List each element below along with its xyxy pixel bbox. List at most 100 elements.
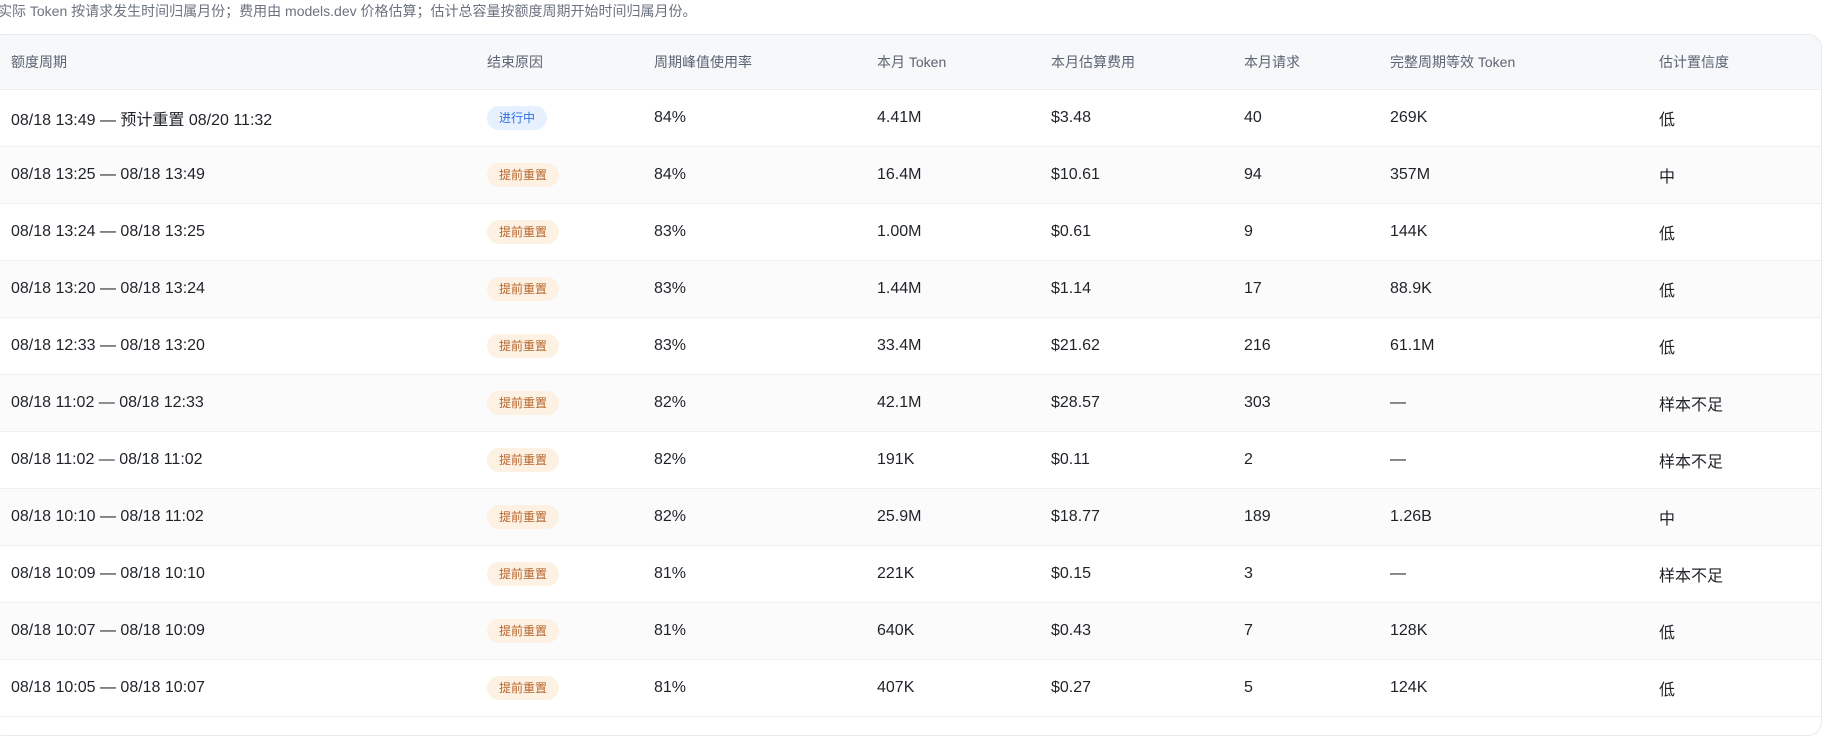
cell-month-tokens: 16.4M bbox=[877, 146, 1051, 204]
cell-month-requests: 5 bbox=[1244, 659, 1390, 717]
cell-period: 08/18 10:09 — 08/18 10:10 bbox=[0, 545, 487, 603]
cell-month-requests: 2 bbox=[1244, 431, 1390, 489]
table-row[interactable]: 08/18 10:10 — 08/18 11:02 提前重置 82% 25.9M… bbox=[0, 488, 1821, 546]
status-badge: 提前重置 bbox=[487, 276, 560, 301]
cell-period: 08/18 11:02 — 08/18 12:33 bbox=[0, 374, 487, 432]
cell-month-requests: 189 bbox=[1244, 488, 1390, 546]
cell-equivalent-tokens: — bbox=[1390, 431, 1659, 489]
status-badge: 提前重置 bbox=[487, 447, 560, 472]
header-end-reason[interactable]: 结束原因 bbox=[487, 35, 654, 90]
cell-period: 08/18 10:10 — 08/18 11:02 bbox=[0, 488, 487, 546]
cell-month-cost: $0.61 bbox=[1051, 203, 1244, 261]
table-row[interactable]: 08/18 10:05 — 08/18 10:07 提前重置 81% 407K … bbox=[0, 659, 1821, 717]
cell-month-cost: $3.48 bbox=[1051, 89, 1244, 147]
cell-month-cost: $18.77 bbox=[1051, 488, 1244, 546]
status-badge: 提前重置 bbox=[487, 333, 560, 358]
cell-equivalent-tokens: — bbox=[1390, 374, 1659, 432]
status-badge: 提前重置 bbox=[487, 561, 560, 586]
cell-month-tokens: 1.44M bbox=[877, 260, 1051, 318]
cell-month-tokens: 42.1M bbox=[877, 374, 1051, 432]
table-row[interactable]: 08/18 12:33 — 08/18 13:20 提前重置 83% 33.4M… bbox=[0, 317, 1821, 375]
table-header-row: 额度周期 结束原因 周期峰值使用率 本月 Token 本月估算费用 本月请求 完… bbox=[0, 35, 1821, 90]
cell-month-tokens: 221K bbox=[877, 545, 1051, 603]
cell-period: 08/18 12:33 — 08/18 13:20 bbox=[0, 317, 487, 375]
header-confidence[interactable]: 估计置信度 bbox=[1659, 35, 1821, 90]
header-peak-usage[interactable]: 周期峰值使用率 bbox=[654, 35, 877, 90]
cell-end-reason: 提前重置 bbox=[487, 317, 654, 375]
cell-month-cost: $10.61 bbox=[1051, 146, 1244, 204]
cell-equivalent-tokens: 1.26B bbox=[1390, 488, 1659, 546]
table-row[interactable]: 08/18 10:07 — 08/18 10:09 提前重置 81% 640K … bbox=[0, 602, 1821, 660]
table-row[interactable]: 08/18 13:25 — 08/18 13:49 提前重置 84% 16.4M… bbox=[0, 146, 1821, 204]
table-row[interactable]: 08/18 13:20 — 08/18 13:24 提前重置 83% 1.44M… bbox=[0, 260, 1821, 318]
cell-peak-usage: 82% bbox=[654, 431, 877, 489]
status-badge: 提前重置 bbox=[487, 675, 560, 700]
cell-equivalent-tokens: 269K bbox=[1390, 89, 1659, 147]
cell-confidence: 低 bbox=[1659, 89, 1821, 147]
cell-period: 08/18 11:02 — 08/18 11:02 bbox=[0, 431, 487, 489]
cell-end-reason: 提前重置 bbox=[487, 602, 654, 660]
cell-peak-usage: 82% bbox=[654, 374, 877, 432]
cell-end-reason: 提前重置 bbox=[487, 374, 654, 432]
cell-confidence: 样本不足 bbox=[1659, 545, 1821, 603]
cell-period: 08/18 13:24 — 08/18 13:25 bbox=[0, 203, 487, 261]
cell-month-requests: 9 bbox=[1244, 203, 1390, 261]
cell-month-tokens: 407K bbox=[877, 659, 1051, 717]
status-badge: 进行中 bbox=[487, 105, 548, 130]
table-row[interactable]: 08/18 13:24 — 08/18 13:25 提前重置 83% 1.00M… bbox=[0, 203, 1821, 261]
cell-month-requests: 7 bbox=[1244, 602, 1390, 660]
cell-month-tokens: 4.41M bbox=[877, 89, 1051, 147]
header-month-requests[interactable]: 本月请求 bbox=[1244, 35, 1390, 90]
cell-month-cost: $0.27 bbox=[1051, 659, 1244, 717]
cell-equivalent-tokens: — bbox=[1390, 545, 1659, 603]
cell-peak-usage: 84% bbox=[654, 146, 877, 204]
table-row[interactable]: 08/18 10:09 — 08/18 10:10 提前重置 81% 221K … bbox=[0, 545, 1821, 603]
status-badge: 提前重置 bbox=[487, 504, 560, 529]
table-row[interactable]: 08/18 13:49 — 预计重置 08/20 11:32 进行中 84% 4… bbox=[0, 89, 1821, 147]
cell-end-reason: 提前重置 bbox=[487, 488, 654, 546]
status-badge: 提前重置 bbox=[487, 219, 560, 244]
cell-month-requests: 94 bbox=[1244, 146, 1390, 204]
cell-end-reason: 提前重置 bbox=[487, 203, 654, 261]
quota-cycle-table-card: 额度周期 结束原因 周期峰值使用率 本月 Token 本月估算费用 本月请求 完… bbox=[0, 34, 1822, 736]
cell-period: 08/18 13:25 — 08/18 13:49 bbox=[0, 146, 487, 204]
cell-period: 08/18 10:07 — 08/18 10:09 bbox=[0, 602, 487, 660]
table-note: 实际 Token 按请求发生时间归属月份；费用由 models.dev 价格估算… bbox=[0, 3, 697, 19]
cell-confidence: 低 bbox=[1659, 203, 1821, 261]
cell-equivalent-tokens: 128K bbox=[1390, 602, 1659, 660]
header-period[interactable]: 额度周期 bbox=[0, 35, 487, 90]
cell-confidence: 样本不足 bbox=[1659, 431, 1821, 489]
quota-cycle-table: 额度周期 结束原因 周期峰值使用率 本月 Token 本月估算费用 本月请求 完… bbox=[0, 35, 1821, 717]
cell-month-requests: 17 bbox=[1244, 260, 1390, 318]
cell-end-reason: 提前重置 bbox=[487, 260, 654, 318]
cell-peak-usage: 81% bbox=[654, 659, 877, 717]
cell-confidence: 样本不足 bbox=[1659, 374, 1821, 432]
cell-month-tokens: 1.00M bbox=[877, 203, 1051, 261]
cell-equivalent-tokens: 88.9K bbox=[1390, 260, 1659, 318]
cell-month-cost: $0.15 bbox=[1051, 545, 1244, 603]
cell-equivalent-tokens: 61.1M bbox=[1390, 317, 1659, 375]
cell-month-tokens: 33.4M bbox=[877, 317, 1051, 375]
header-equivalent-tokens[interactable]: 完整周期等效 Token bbox=[1390, 35, 1659, 90]
cell-peak-usage: 81% bbox=[654, 602, 877, 660]
cell-peak-usage: 84% bbox=[654, 89, 877, 147]
status-badge: 提前重置 bbox=[487, 618, 560, 643]
header-month-cost[interactable]: 本月估算费用 bbox=[1051, 35, 1244, 90]
cell-peak-usage: 83% bbox=[654, 317, 877, 375]
cell-month-cost: $0.43 bbox=[1051, 602, 1244, 660]
cell-peak-usage: 81% bbox=[654, 545, 877, 603]
table-row[interactable]: 08/18 11:02 — 08/18 12:33 提前重置 82% 42.1M… bbox=[0, 374, 1821, 432]
table-row[interactable]: 08/18 11:02 — 08/18 11:02 提前重置 82% 191K … bbox=[0, 431, 1821, 489]
status-badge: 提前重置 bbox=[487, 162, 560, 187]
cell-month-cost: $28.57 bbox=[1051, 374, 1244, 432]
cell-month-requests: 216 bbox=[1244, 317, 1390, 375]
cell-month-tokens: 640K bbox=[877, 602, 1051, 660]
cell-end-reason: 提前重置 bbox=[487, 659, 654, 717]
cell-month-tokens: 25.9M bbox=[877, 488, 1051, 546]
header-month-tokens[interactable]: 本月 Token bbox=[877, 35, 1051, 90]
cell-equivalent-tokens: 144K bbox=[1390, 203, 1659, 261]
cell-month-tokens: 191K bbox=[877, 431, 1051, 489]
cell-peak-usage: 82% bbox=[654, 488, 877, 546]
cell-equivalent-tokens: 124K bbox=[1390, 659, 1659, 717]
cell-equivalent-tokens: 357M bbox=[1390, 146, 1659, 204]
